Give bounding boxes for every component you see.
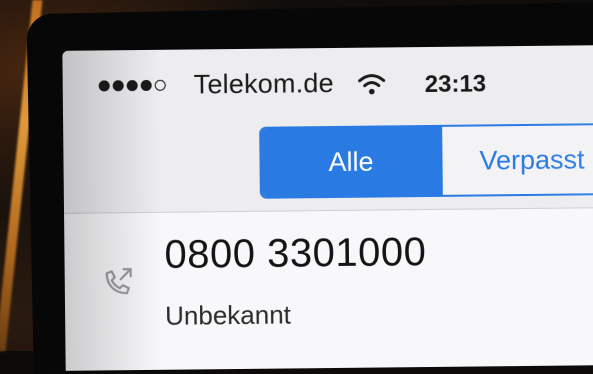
- segment-all[interactable]: Alle: [261, 126, 441, 197]
- signal-dot: [140, 79, 152, 92]
- outgoing-call-icon: [105, 268, 132, 295]
- signal-dot: [98, 80, 110, 92]
- caller-number: 0800 3301000: [164, 230, 427, 277]
- recent-call-row[interactable]: 0800 3301000 Unbekannt: [64, 208, 593, 371]
- caller-label: Unbekannt: [164, 299, 292, 331]
- carrier-name: Telekom.de: [193, 67, 334, 100]
- wifi-icon: [358, 74, 386, 95]
- navigation-bar: Alle Verpasst: [62, 107, 593, 214]
- status-bar: Telekom.de 23:13: [62, 45, 593, 113]
- segment-missed[interactable]: Verpasst: [440, 124, 593, 195]
- signal-dot: [112, 80, 124, 92]
- signal-dot: [126, 80, 138, 92]
- signal-dot-empty: [154, 79, 166, 91]
- signal-strength-indicator: [98, 79, 166, 92]
- status-time: 23:13: [424, 70, 487, 99]
- calls-filter-segmented-control: Alle Verpasst: [259, 122, 593, 199]
- phone-screen: Telekom.de 23:13 Alle Verpasst 0800 3301…: [62, 45, 593, 371]
